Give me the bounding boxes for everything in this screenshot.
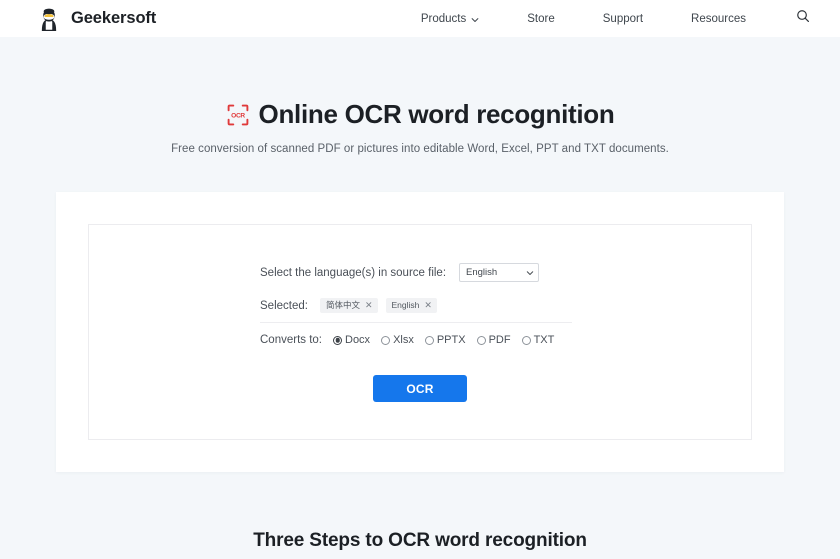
format-option-txt[interactable]: TXT [521, 334, 555, 347]
format-option-xlsx[interactable]: Xlsx [381, 334, 414, 346]
format-option-label: Docx [345, 334, 371, 347]
format-option-pptx[interactable]: PPTX [424, 334, 466, 347]
page-title: OCR Online OCR word recognition [0, 99, 840, 130]
format-option-label: Xlsx [393, 334, 414, 347]
nav-item-products[interactable]: Products [397, 13, 503, 25]
format-option-docx[interactable]: Docx [333, 334, 370, 346]
ocr-scan-frame-icon: OCR [226, 103, 250, 127]
search-icon [796, 9, 810, 28]
selected-label: Selected: [260, 299, 308, 312]
format-option-label: PPTX [436, 334, 466, 347]
nav-item-resources[interactable]: Resources [667, 13, 770, 25]
close-icon[interactable]: ✕ [424, 301, 432, 310]
language-label: Select the language(s) in source file: [260, 266, 447, 279]
nav-item-store-label: Store [527, 12, 555, 25]
chevron-down-icon [526, 269, 534, 277]
brand-logo-link[interactable]: Geekersoft [36, 6, 156, 32]
hero-section: OCR Online OCR word recognition Free con… [0, 37, 840, 155]
close-icon[interactable]: ✕ [365, 301, 373, 310]
nav-item-support-label: Support [602, 12, 644, 25]
converts-to-row: Converts to: Docx Xlsx PPTX PDF TXT [260, 334, 580, 346]
nav-item-resources-label: Resources [691, 12, 746, 25]
radio-indicator [521, 335, 531, 345]
radio-indicator [333, 335, 342, 345]
selected-language-tags: 简体中文 ✕ English ✕ [319, 298, 437, 314]
radio-indicator [424, 335, 434, 345]
language-tag: English ✕ [385, 298, 437, 314]
brand-name: Geekersoft [71, 9, 157, 27]
radio-indicator [476, 335, 486, 345]
site-header: Geekersoft Products Store Support Resour… [0, 0, 840, 37]
page-title-text: Online OCR word recognition [258, 99, 615, 129]
nav-item-store[interactable]: Store [503, 13, 579, 25]
format-option-pdf[interactable]: PDF [476, 334, 511, 347]
ocr-panel-wrapper: Select the language(s) in source file: E… [0, 192, 840, 473]
ocr-submit-button[interactable]: OCR [373, 375, 467, 403]
language-select-value: English [466, 267, 498, 279]
radio-indicator [381, 335, 391, 345]
format-option-label: TXT [533, 334, 555, 347]
search-button[interactable] [770, 9, 818, 28]
steps-section-title: Three Steps to OCR word recognition [253, 530, 587, 552]
chevron-down-icon [471, 15, 479, 23]
nav-item-support[interactable]: Support [579, 13, 667, 25]
geekersoft-mascot-icon [36, 6, 62, 32]
ocr-panel: Select the language(s) in source file: E… [56, 192, 784, 473]
selected-languages-row: Selected: 简体中文 ✕ English ✕ [260, 298, 580, 314]
form-divider [260, 322, 572, 324]
ocr-form: Select the language(s) in source file: E… [260, 263, 580, 346]
page-subtitle: Free conversion of scanned PDF or pictur… [171, 143, 669, 156]
language-tag: 简体中文 ✕ [319, 298, 378, 314]
language-row: Select the language(s) in source file: E… [260, 263, 580, 283]
language-tag-label: English [391, 300, 420, 311]
main-navigation: Products Store Support Resources [397, 9, 818, 28]
converts-to-label: Converts to: [260, 334, 322, 347]
language-tag-label: 简体中文 [325, 300, 360, 311]
nav-item-products-label: Products [420, 12, 467, 25]
format-option-label: PDF [488, 334, 511, 347]
format-radio-group: Docx Xlsx PPTX PDF TXT [333, 334, 554, 346]
language-select[interactable]: English [459, 263, 540, 283]
svg-text:OCR: OCR [231, 112, 245, 119]
ocr-form-box: Select the language(s) in source file: E… [88, 224, 752, 441]
